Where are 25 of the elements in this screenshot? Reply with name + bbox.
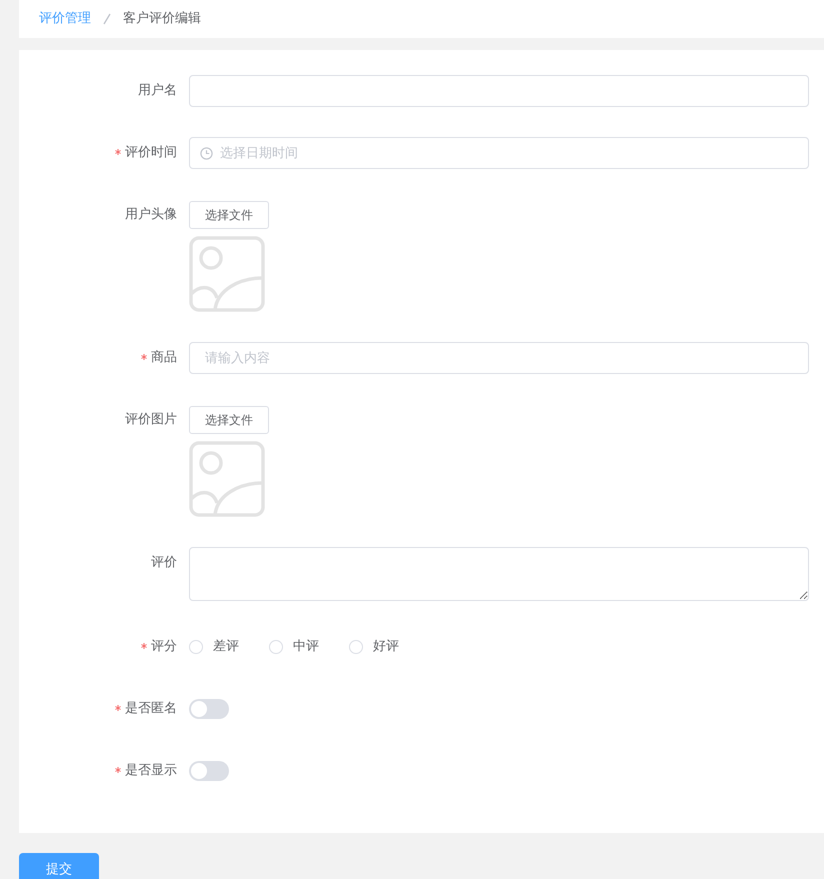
field-label: 是否显示 xyxy=(125,762,177,780)
choose-file-button[interactable]: 选择文件 xyxy=(189,201,269,229)
field-label: 评分 xyxy=(151,638,177,656)
date-time-field[interactable]: 选择日期时间 xyxy=(189,137,809,169)
toggle-switch[interactable] xyxy=(189,761,229,781)
text-area[interactable] xyxy=(189,547,809,601)
field-label: 用户名 xyxy=(138,82,177,100)
field-label: 是否匿名 xyxy=(125,700,177,718)
image-placeholder-icon xyxy=(189,441,265,517)
toggle-switch[interactable] xyxy=(189,699,229,719)
image-placeholder-icon xyxy=(189,236,265,312)
clock-icon xyxy=(200,147,213,160)
field-label: 商品 xyxy=(151,349,177,368)
breadcrumb-separator-icon xyxy=(103,13,111,25)
field-label: 评价时间 xyxy=(125,144,177,162)
field-label: 评价图片 xyxy=(125,411,177,430)
input-field[interactable] xyxy=(189,75,809,107)
field-label: 评价 xyxy=(151,554,177,572)
input-field[interactable]: 请输入内容 xyxy=(189,342,809,374)
radio-option[interactable]: 好评 xyxy=(349,637,399,657)
radio-option[interactable]: 中评 xyxy=(269,637,319,657)
breadcrumb-current: 客户评价编辑 xyxy=(123,10,201,28)
radio-option[interactable]: 差评 xyxy=(189,637,239,657)
field-label: 用户头像 xyxy=(125,206,177,224)
choose-file-button[interactable]: 选择文件 xyxy=(189,406,269,434)
